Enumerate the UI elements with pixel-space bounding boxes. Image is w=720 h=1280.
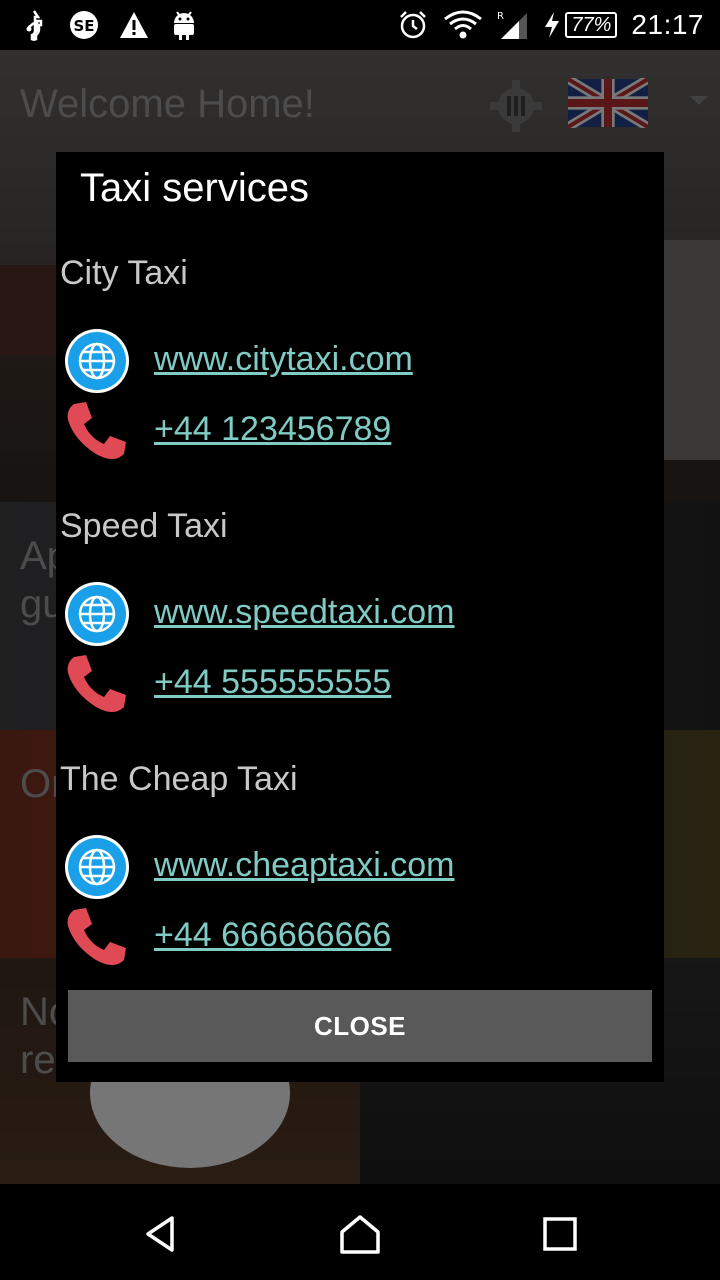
- recents-icon[interactable]: [538, 1212, 582, 1256]
- taxi-services-dialog: Taxi services City Taxi www.citytaxi.com…: [56, 152, 664, 1082]
- phone-row[interactable]: +44 666666666: [64, 904, 654, 970]
- phone-icon[interactable]: [64, 651, 130, 717]
- phone-link[interactable]: +44 555555555: [154, 663, 391, 702]
- se-icon: SE: [68, 9, 100, 41]
- battery-indicator: 77%: [565, 12, 618, 38]
- clock: 21:17: [631, 9, 704, 40]
- navigation-bar: [0, 1184, 720, 1280]
- company-name: The Cheap Taxi: [60, 760, 298, 798]
- company-name: Speed Taxi: [60, 507, 228, 545]
- phone-row[interactable]: +44 123456789: [64, 398, 654, 464]
- signal-icon: R: [497, 9, 529, 41]
- close-button[interactable]: CLOSE: [68, 990, 652, 1062]
- wifi-icon: [443, 9, 483, 41]
- phone-row[interactable]: +44 555555555: [64, 651, 654, 717]
- globe-icon[interactable]: [64, 834, 130, 900]
- usb-icon: [18, 9, 50, 41]
- website-link[interactable]: www.speedtaxi.com: [154, 593, 454, 632]
- phone-icon[interactable]: [64, 398, 130, 464]
- globe-icon[interactable]: [64, 328, 130, 394]
- phone-icon[interactable]: [64, 904, 130, 970]
- back-icon[interactable]: [138, 1212, 182, 1256]
- dialog-title: Taxi services: [80, 166, 309, 210]
- warning-icon: [118, 9, 150, 41]
- battery-percent: 77%: [571, 13, 612, 36]
- website-link[interactable]: www.citytaxi.com: [154, 340, 413, 379]
- website-row[interactable]: www.speedtaxi.com: [64, 581, 654, 647]
- svg-text:R: R: [497, 11, 504, 22]
- charging-icon: [543, 9, 561, 41]
- alarm-icon: [397, 9, 429, 41]
- website-row[interactable]: www.cheaptaxi.com: [64, 834, 654, 900]
- phone-link[interactable]: +44 666666666: [154, 916, 391, 955]
- website-row[interactable]: www.citytaxi.com: [64, 328, 654, 394]
- status-bar: SE R 77% 21:17: [0, 0, 720, 50]
- android-icon: [168, 9, 200, 41]
- phone-link[interactable]: +44 123456789: [154, 410, 391, 449]
- svg-text:SE: SE: [73, 17, 94, 35]
- website-link[interactable]: www.cheaptaxi.com: [154, 846, 454, 885]
- home-icon[interactable]: [338, 1212, 382, 1256]
- globe-icon[interactable]: [64, 581, 130, 647]
- company-name: City Taxi: [60, 254, 188, 292]
